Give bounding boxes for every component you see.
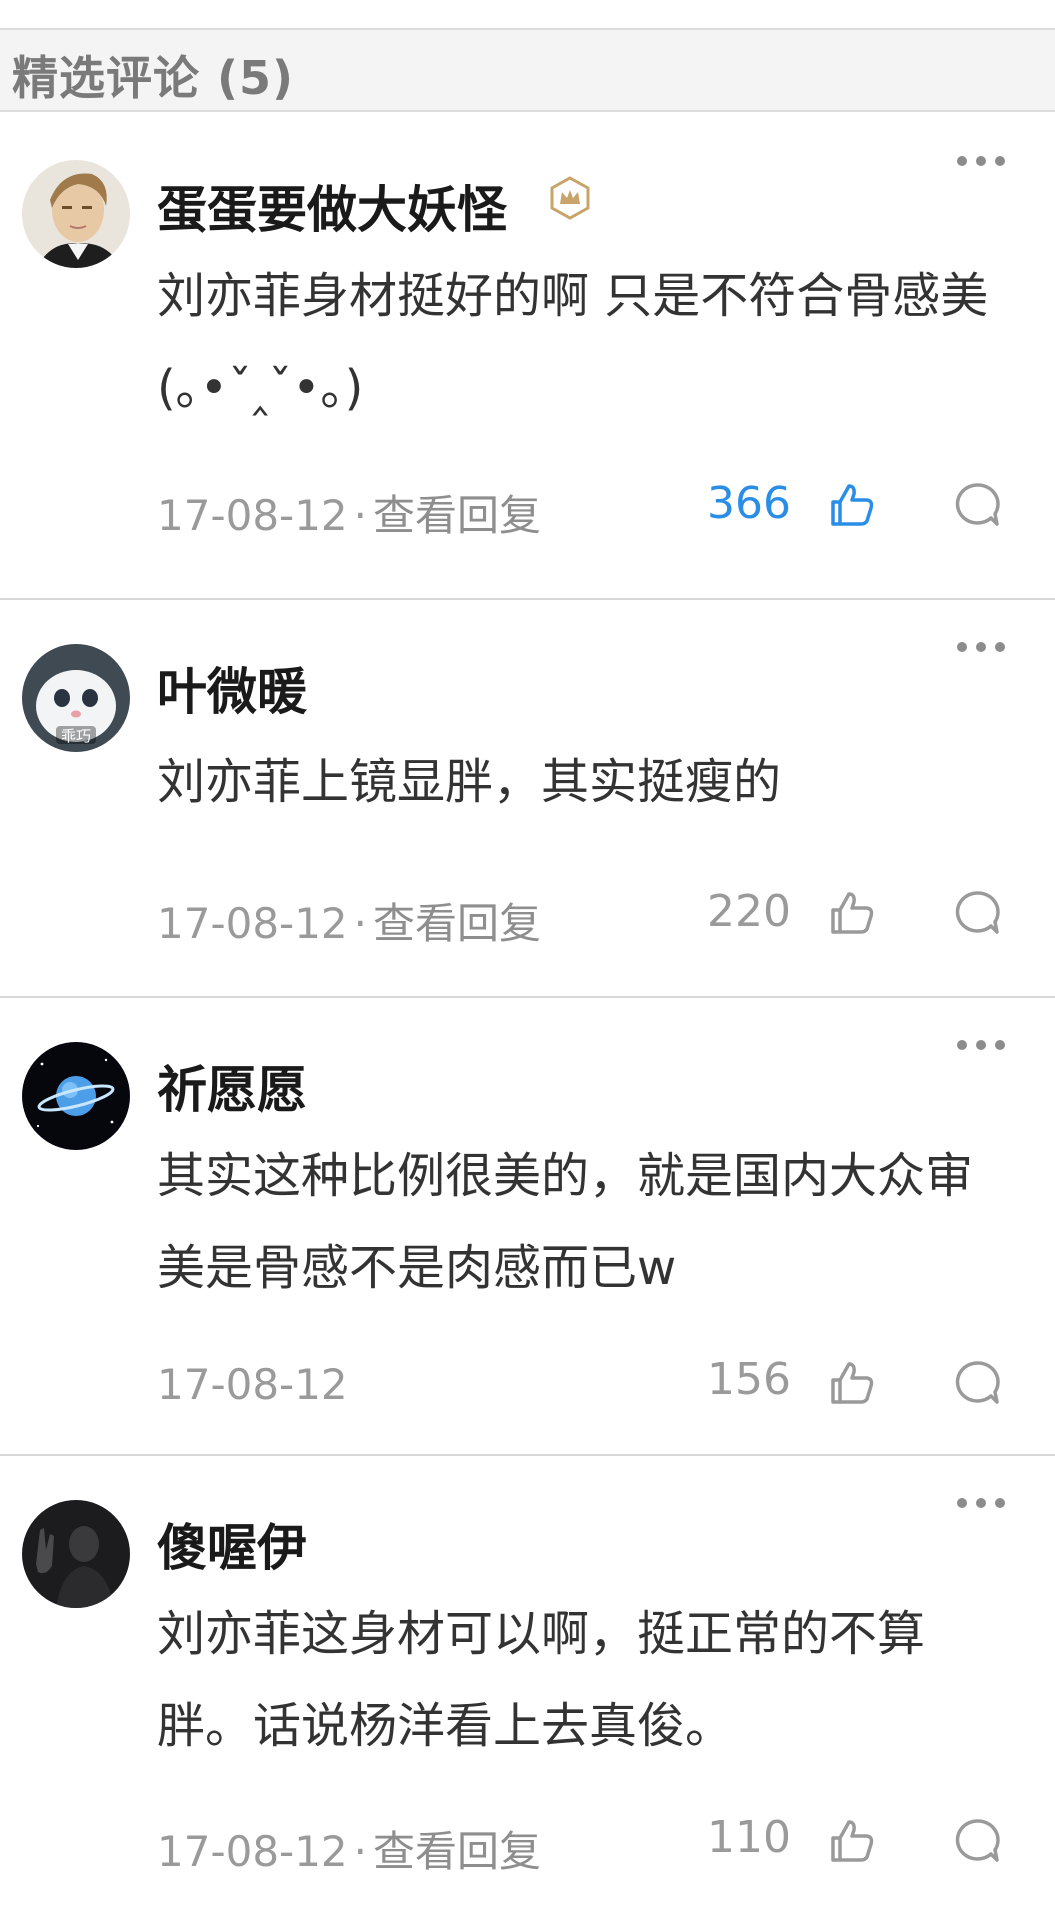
avatar[interactable]: [22, 160, 130, 268]
more-options-button[interactable]: [957, 1038, 1005, 1052]
comment-text: 刘亦菲上镜显胖，其实挺瘦的: [157, 754, 782, 810]
comment-bubble-icon[interactable]: [953, 888, 1003, 938]
like-count: 366: [707, 478, 791, 529]
username[interactable]: 叶微暖: [157, 652, 307, 724]
avatar[interactable]: 乖巧: [22, 644, 130, 752]
crown-badge-icon: [550, 176, 590, 220]
like-count: 156: [707, 1354, 791, 1405]
top-spacer: [0, 0, 1055, 28]
meta-separator: ·: [353, 491, 367, 540]
comment-item: 傻喔伊 刘亦菲这身材可以啊，挺正常的不算胖。话说杨洋看上去真俊。 17-08-1…: [0, 1456, 1055, 1905]
like-count: 110: [707, 1812, 791, 1863]
avatar-caption: 乖巧: [61, 727, 91, 745]
meta-separator: ·: [353, 899, 367, 948]
username[interactable]: 蛋蛋要做大妖怪: [157, 170, 507, 242]
comment-item: 乖巧 叶微暖 刘亦菲上镜显胖，其实挺瘦的 17-08-12 · 查看回复 220: [0, 600, 1055, 998]
avatar[interactable]: [22, 1500, 130, 1608]
thumbs-up-icon[interactable]: [827, 888, 877, 938]
thumbs-up-icon[interactable]: [827, 1358, 877, 1408]
comment-meta: 17-08-12: [157, 1360, 348, 1409]
section-title: 精选评论 (5): [12, 51, 295, 105]
section-header: 精选评论 (5): [0, 28, 1055, 112]
comment-meta: 17-08-12 · 查看回复: [157, 890, 541, 951]
comment-item: 祈愿愿 其实这种比例很美的，就是国内大众审美是骨感不是肉感而已w 17-08-1…: [0, 998, 1055, 1456]
username[interactable]: 祈愿愿: [157, 1050, 307, 1122]
like-count: 220: [707, 886, 791, 937]
comment-text: 刘亦菲这身材可以啊，挺正常的不算胖。话说杨洋看上去真俊。: [157, 1606, 926, 1754]
more-options-button[interactable]: [957, 640, 1005, 654]
comment-bubble-icon[interactable]: [953, 480, 1003, 530]
comment-meta: 17-08-12 · 查看回复: [157, 1818, 541, 1879]
comment-date: 17-08-12: [157, 899, 348, 948]
comment-date: 17-08-12: [157, 1827, 348, 1876]
dark-photo-avatar-icon: [22, 1500, 130, 1608]
comment-text: 其实这种比例很美的，就是国内大众审美是骨感不是肉感而已w: [157, 1148, 974, 1296]
white-bunny-avatar-icon: 乖巧: [22, 644, 130, 752]
meta-separator: ·: [353, 1827, 367, 1876]
planet-avatar-icon: [22, 1042, 130, 1150]
avatar[interactable]: [22, 1042, 130, 1150]
comment-bubble-icon[interactable]: [953, 1816, 1003, 1866]
comment-meta: 17-08-12 · 查看回复: [157, 482, 541, 543]
comment-text: 刘亦菲身材挺好的啊 只是不符合骨感美(｡•ˇ‸ˇ•｡): [157, 268, 989, 416]
username[interactable]: 傻喔伊: [157, 1508, 307, 1580]
portrait-avatar-icon: [22, 160, 130, 268]
comment-item: 蛋蛋要做大妖怪 刘亦菲身材挺好的啊 只是不符合骨感美(｡•ˇ‸ˇ•｡) 17-0…: [0, 112, 1055, 600]
thumbs-up-icon[interactable]: [827, 480, 877, 530]
more-options-button[interactable]: [957, 1496, 1005, 1510]
view-replies-link[interactable]: 查看回复: [373, 899, 541, 948]
comment-date: 17-08-12: [157, 1360, 348, 1409]
view-replies-link[interactable]: 查看回复: [373, 491, 541, 540]
more-options-button[interactable]: [957, 154, 1005, 168]
thumbs-up-icon[interactable]: [827, 1816, 877, 1866]
view-replies-link[interactable]: 查看回复: [373, 1827, 541, 1876]
comment-bubble-icon[interactable]: [953, 1358, 1003, 1408]
comment-date: 17-08-12: [157, 491, 348, 540]
